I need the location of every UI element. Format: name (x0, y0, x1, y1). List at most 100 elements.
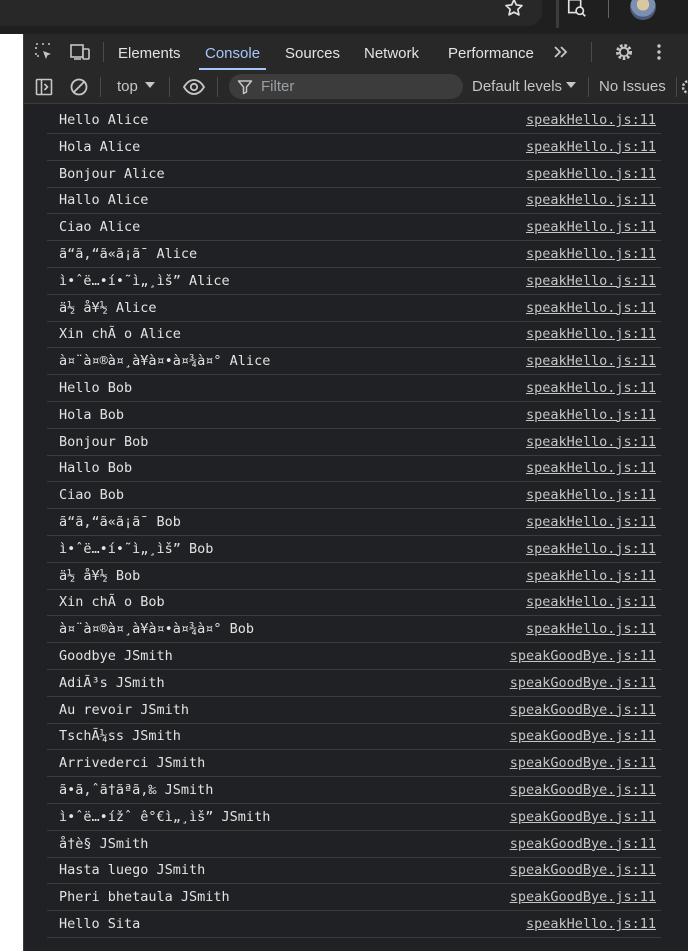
source-link[interactable]: speakHello.js:11 (526, 187, 656, 213)
console-message-row: AdiÃ³s JSmith speakGoodBye.js:11 (47, 670, 661, 697)
console-message-row: Ciao Alice speakHello.js:11 (47, 214, 661, 242)
console-message-row: Hello Alice speakHello.js:11 (47, 107, 661, 134)
source-link[interactable]: speakHello.js:11 (526, 509, 656, 535)
console-message-row: ã“ã‚“ã«ã¡ã¯ Alice speakHello.js:11 (47, 241, 661, 268)
console-message-row: Hallo Bob speakHello.js:11 (47, 455, 661, 483)
console-message-row: ì•ˆë…•ížˆ ê°€ì„¸ìš” JSmith speakGoodBye.j… (47, 804, 661, 831)
address-bar[interactable] (0, 0, 542, 26)
clear-console-icon[interactable] (69, 77, 89, 97)
console-message-row: Bonjour Bob speakHello.js:11 (47, 429, 661, 456)
console-message-text: Bonjour Bob (59, 433, 149, 450)
profile-avatar[interactable] (630, 0, 656, 20)
search-page-icon[interactable] (566, 0, 588, 19)
levels-dropdown-chevron-icon[interactable] (566, 82, 576, 90)
console-message-row: TschÃ¼ss JSmith speakGoodBye.js:11 (47, 723, 661, 751)
tab-sources[interactable]: Sources (285, 34, 340, 70)
console-message-row: ä½ å¥½ Alice speakHello.js:11 (47, 295, 661, 322)
toolbar-separator-4 (588, 77, 589, 97)
source-link[interactable]: speakGoodBye.js:11 (510, 750, 656, 776)
console-log: Hello Alice speakHello.js:11 Hola Alice spe… (24, 104, 688, 951)
tab-console[interactable]: Console (198, 34, 267, 70)
source-link[interactable]: speakHello.js:11 (526, 321, 656, 347)
source-link[interactable]: speakGoodBye.js:11 (510, 777, 656, 803)
console-message-text: AdiÃ³s JSmith (59, 674, 165, 691)
issues-counter[interactable]: No Issues (599, 70, 666, 103)
console-message-text: TschÃ¼ss JSmith (59, 728, 181, 745)
console-message-text: Bonjour Alice (59, 165, 165, 182)
source-link[interactable]: speakHello.js:11 (526, 241, 656, 267)
source-link[interactable]: speakHello.js:11 (526, 107, 656, 133)
console-message-row: ã•ã‚ˆã†ãªã‚‰ JSmith speakGoodBye.js:11 (47, 777, 661, 804)
console-message-text: ì•ˆë…•í•˜ì„¸ìš” Bob (59, 540, 214, 557)
toolbar-separator-3 (217, 77, 218, 97)
console-message-text: Ciao Bob (59, 487, 125, 504)
console-settings-gear-icon[interactable] (680, 78, 688, 96)
source-link[interactable]: speakHello.js:11 (526, 911, 656, 937)
console-message-row: Hola Alice speakHello.js:11 (47, 134, 661, 161)
console-message-text: Hello Alice (59, 112, 149, 128)
context-selector[interactable]: top (117, 70, 138, 103)
source-link[interactable]: speakHello.js:11 (526, 536, 656, 562)
console-message-row: Arrivederci JSmith speakGoodBye.js:11 (47, 750, 661, 778)
console-message-text: Goodbye JSmith (59, 648, 173, 664)
more-tabs-chevron-icon[interactable] (551, 42, 571, 62)
source-link[interactable]: speakGoodBye.js:11 (510, 643, 656, 669)
source-link[interactable]: speakHello.js:11 (526, 295, 656, 321)
page-content-area (0, 34, 23, 951)
source-link[interactable]: speakHello.js:11 (526, 455, 656, 481)
source-link[interactable]: speakHello.js:11 (526, 616, 656, 642)
console-toolbar: top Filter Default levels No Issues (24, 70, 688, 104)
console-message-text: Hello Bob (59, 380, 133, 396)
console-message-text: Ciao Alice (59, 219, 141, 236)
filter-funnel-icon (237, 79, 253, 95)
console-message-row: ã“ã‚“ã«ã¡ã¯ Bob speakHello.js:11 (47, 509, 661, 536)
console-message-text: à¤¨à¤®à¤¸à¥à¤•à¤¾à¤° Alice (59, 353, 271, 370)
console-message-text: ä½ å¥½ Bob (59, 567, 141, 584)
tab-elements[interactable]: Elements (118, 34, 181, 70)
source-link[interactable]: speakGoodBye.js:11 (510, 804, 656, 830)
filter-input[interactable]: Filter (229, 74, 463, 99)
source-link[interactable]: speakHello.js:11 (526, 402, 656, 428)
source-link[interactable]: speakGoodBye.js:11 (510, 857, 656, 883)
tab-separator (103, 42, 104, 62)
console-message-row: Xin chÃ o Bob speakHello.js:11 (47, 589, 661, 617)
source-link[interactable]: speakGoodBye.js:11 (510, 831, 656, 857)
source-link[interactable]: speakHello.js:11 (526, 429, 656, 455)
console-message-text: Hola Alice (59, 138, 141, 155)
more-options-icon[interactable] (649, 42, 669, 62)
source-link[interactable]: speakGoodBye.js:11 (510, 723, 656, 749)
inspect-element-icon[interactable] (34, 42, 54, 62)
source-link[interactable]: speakHello.js:11 (526, 134, 656, 160)
device-toolbar-icon[interactable] (69, 42, 90, 62)
source-link[interactable]: speakHello.js:11 (526, 482, 656, 508)
source-link[interactable]: speakHello.js:11 (526, 563, 656, 589)
source-link[interactable]: speakGoodBye.js:11 (510, 697, 656, 723)
source-link[interactable]: speakGoodBye.js:11 (510, 884, 656, 910)
tab-performance[interactable]: Performance (448, 34, 534, 70)
source-link[interactable]: speakHello.js:11 (526, 268, 656, 294)
source-link[interactable]: speakHello.js:11 (526, 348, 656, 374)
console-message-row: å†è§ JSmith speakGoodBye.js:11 (47, 831, 661, 858)
tab-separator-2 (591, 42, 592, 62)
source-link[interactable]: speakHello.js:11 (526, 375, 656, 401)
source-link[interactable]: speakGoodBye.js:11 (510, 670, 656, 696)
bookmark-star-icon[interactable] (503, 0, 525, 19)
sidebar-toggle-icon[interactable] (34, 77, 54, 97)
settings-gear-icon[interactable] (614, 42, 634, 62)
tab-network[interactable]: Network (364, 34, 419, 70)
console-message-text: Au revoir JSmith (59, 701, 190, 718)
source-link[interactable]: speakHello.js:11 (526, 161, 656, 187)
console-message-text: Pheri bhetaula JSmith (59, 889, 230, 906)
context-dropdown-chevron-icon[interactable] (145, 82, 155, 90)
console-message-text: ì•ˆë…•í•˜ì„¸ìš” Alice (59, 272, 230, 289)
source-link[interactable]: speakHello.js:11 (526, 589, 656, 615)
browser-toolbar (0, 0, 688, 34)
live-expression-eye-icon[interactable] (182, 78, 206, 96)
console-message-row: Xin chÃ o Alice speakHello.js:11 (47, 321, 661, 349)
toolbar-separator (100, 77, 101, 97)
toolbar-separator-2 (169, 77, 170, 97)
console-message-row: ì•ˆë…•í•˜ì„¸ìš” Alice speakHello.js:11 (47, 268, 661, 295)
log-levels-dropdown[interactable]: Default levels (472, 70, 562, 103)
devtools-tab-bar: Elements Console Sources Network Perform… (24, 34, 688, 71)
source-link[interactable]: speakHello.js:11 (526, 214, 656, 240)
